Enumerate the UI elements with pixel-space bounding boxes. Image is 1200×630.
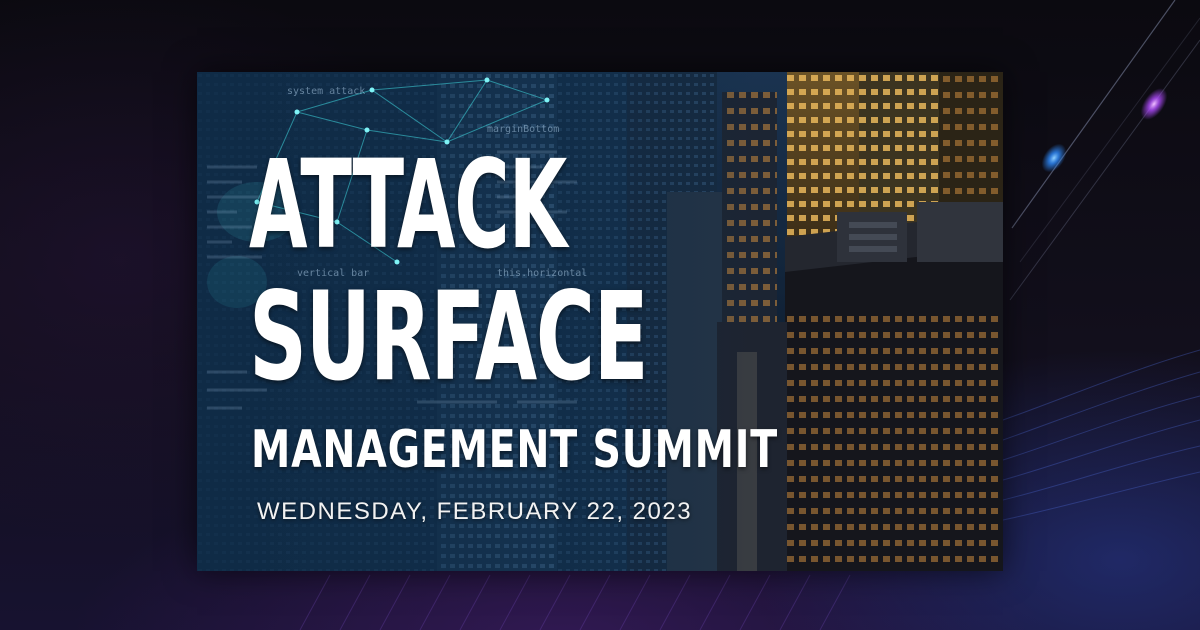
event-poster: system attack marginBottom vertical bar … (197, 72, 1003, 571)
event-subtitle: MANAGEMENT SUMMIT (251, 420, 778, 480)
social-banner: system attack marginBottom vertical bar … (0, 0, 1200, 630)
headline-line-1: ATTACK (249, 134, 567, 276)
code-snippet: system attack (287, 86, 365, 97)
headline-line-2: SURFACE (249, 266, 649, 408)
event-date: WEDNESDAY, FEBRUARY 22, 2023 (257, 498, 693, 525)
